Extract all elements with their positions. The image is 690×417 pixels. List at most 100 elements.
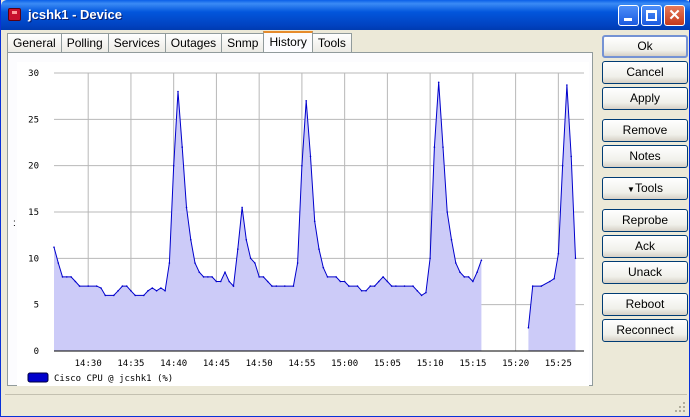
- tab-general[interactable]: General: [7, 33, 62, 52]
- minimize-button[interactable]: [618, 5, 639, 26]
- data-point: [168, 262, 171, 264]
- x-tick-label: 15:10: [417, 359, 444, 369]
- data-point: [74, 280, 77, 283]
- data-point: [339, 280, 342, 283]
- reprobe-button[interactable]: Reprobe: [602, 209, 688, 232]
- data-point: [395, 285, 397, 287]
- x-tick-label: 15:25: [545, 359, 572, 369]
- data-point: [125, 285, 128, 287]
- data-point: [472, 280, 474, 283]
- close-icon: ✕: [668, 7, 681, 24]
- tab-snmp[interactable]: Snmp: [221, 33, 265, 52]
- reconnect-button[interactable]: Reconnect: [602, 319, 688, 342]
- data-point: [301, 164, 303, 167]
- data-point: [232, 285, 235, 287]
- side-marker: :: [13, 218, 16, 229]
- data-point: [143, 294, 145, 297]
- y-tick-label: 20: [28, 162, 39, 172]
- tab-services[interactable]: Services: [107, 33, 166, 52]
- cancel-button[interactable]: Cancel: [602, 61, 688, 84]
- resize-grip-icon[interactable]: [675, 402, 686, 413]
- data-point: [429, 257, 431, 260]
- data-point: [219, 280, 222, 283]
- data-point: [305, 100, 308, 102]
- data-point: [66, 276, 68, 278]
- x-tick-label: 14:50: [246, 359, 273, 369]
- x-tick-label: 15:20: [502, 359, 529, 369]
- y-tick-label: 5: [34, 301, 39, 311]
- data-point: [390, 285, 393, 287]
- data-point: [271, 285, 273, 287]
- notes-button[interactable]: Notes: [602, 145, 688, 168]
- tab-history[interactable]: History: [263, 31, 313, 52]
- data-point: [262, 276, 265, 278]
- data-point: [70, 276, 72, 278]
- tools-menu-button[interactable]: ▼Tools: [602, 177, 688, 200]
- remove-button[interactable]: Remove: [602, 119, 688, 142]
- data-point: [348, 285, 350, 287]
- data-point: [335, 276, 337, 278]
- data-point: [326, 276, 329, 278]
- data-point: [322, 266, 325, 269]
- ack-button[interactable]: Ack: [602, 235, 688, 258]
- data-point: [450, 239, 453, 241]
- chart-area-layer: [53, 81, 577, 352]
- tools-menu-label: Tools: [634, 181, 663, 195]
- data-point: [318, 248, 320, 250]
- data-point: [386, 280, 389, 283]
- data-point: [382, 276, 384, 278]
- data-point: [373, 285, 376, 287]
- data-point: [100, 287, 102, 289]
- data-point: [553, 277, 555, 280]
- data-point: [266, 280, 269, 283]
- close-button[interactable]: ✕: [664, 5, 685, 26]
- data-point: [155, 290, 158, 292]
- tab-strip: General Polling Services Outages Snmp Hi…: [7, 31, 352, 52]
- apply-button[interactable]: Apply: [602, 87, 688, 110]
- data-point: [296, 262, 299, 264]
- data-point: [104, 294, 107, 297]
- unack-button[interactable]: Unack: [602, 261, 688, 284]
- data-point: [412, 285, 414, 287]
- data-point: [343, 280, 346, 283]
- x-tick-label: 15:15: [459, 359, 486, 369]
- maximize-button[interactable]: [641, 5, 662, 26]
- data-point: [78, 285, 81, 287]
- data-point: [369, 285, 372, 287]
- y-tick-label: 30: [28, 69, 39, 79]
- series-area-fill: [54, 82, 482, 352]
- data-point: [284, 285, 286, 287]
- y-tick-label: 25: [28, 115, 39, 125]
- data-point: [356, 285, 359, 287]
- caret-down-icon: ▼: [627, 185, 635, 194]
- router-icon: [8, 8, 21, 21]
- data-point: [275, 285, 278, 287]
- data-point: [463, 276, 466, 278]
- data-point: [134, 294, 136, 297]
- data-point: [121, 285, 124, 287]
- data-point: [570, 155, 572, 158]
- data-point: [360, 290, 363, 292]
- tab-tools[interactable]: Tools: [311, 33, 352, 52]
- data-point: [211, 276, 213, 278]
- y-tick-label: 0: [34, 347, 39, 357]
- reboot-button[interactable]: Reboot: [602, 293, 688, 316]
- data-point: [172, 164, 175, 167]
- data-point: [228, 280, 230, 283]
- data-point: [117, 290, 119, 292]
- data-point: [467, 276, 470, 278]
- data-point: [476, 271, 478, 273]
- data-point: [549, 280, 551, 283]
- data-point: [365, 290, 367, 292]
- data-point: [241, 206, 243, 209]
- tab-polling[interactable]: Polling: [60, 33, 109, 52]
- title-bar[interactable]: jcshk1 - Device ✕: [1, 0, 690, 30]
- tab-outages[interactable]: Outages: [164, 33, 223, 52]
- x-tick-label: 15:00: [331, 359, 358, 369]
- data-point: [557, 252, 560, 255]
- data-point: [442, 146, 444, 148]
- ok-button[interactable]: Ok: [602, 35, 688, 58]
- data-point: [224, 271, 226, 273]
- data-point: [245, 239, 248, 241]
- data-point: [309, 155, 312, 158]
